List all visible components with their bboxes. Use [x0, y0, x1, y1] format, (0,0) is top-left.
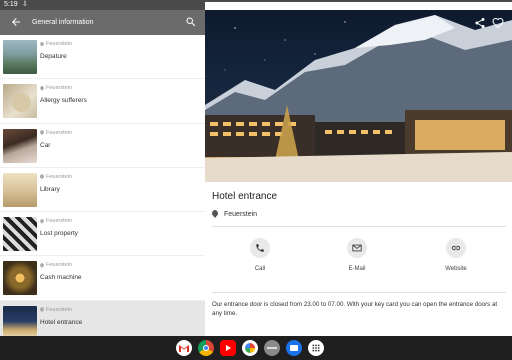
battery-icon	[214, 2, 218, 8]
location-pin-icon	[40, 130, 44, 136]
item-location: Feuerstein	[46, 173, 72, 180]
link-icon	[451, 245, 461, 251]
item-location: Feuerstein	[46, 129, 72, 136]
list-item-cash-machine[interactable]: Feuerstein Cash machine	[0, 256, 205, 301]
page-title: General information	[32, 19, 94, 26]
location-pin-icon	[40, 41, 44, 47]
wifi-icon	[205, 2, 211, 8]
files-icon[interactable]	[286, 340, 302, 356]
item-label: Library	[40, 185, 60, 193]
location-pin-icon	[40, 85, 44, 91]
download-icon: ⇩	[22, 1, 28, 8]
phone-icon	[256, 244, 264, 252]
item-thumbnail	[3, 128, 37, 163]
email-button[interactable]: E-Mail	[327, 238, 387, 272]
gmail-icon[interactable]	[176, 340, 192, 356]
website-label: Website	[445, 266, 467, 272]
photos-icon[interactable]	[242, 340, 258, 356]
youtube-icon[interactable]	[220, 340, 236, 356]
detail-location-row: Feuerstein	[212, 210, 257, 218]
item-thumbnail	[3, 40, 37, 74]
item-location: Feuerstein	[46, 41, 72, 47]
apps-grid-icon[interactable]	[308, 340, 324, 356]
status-bar: 5:19 ⇩	[0, 0, 512, 328]
website-button[interactable]: Website	[426, 238, 486, 272]
info-list: Feuerstein Depature Feuerstein Allergy s…	[0, 35, 205, 336]
item-location: Feuerstein	[46, 262, 72, 269]
item-thumbnail	[3, 305, 37, 336]
item-location: Feuerstein	[46, 306, 72, 313]
item-location: Feuerstein	[46, 85, 72, 92]
item-label: Hotel entrance	[40, 318, 83, 326]
hotel-photo	[205, 10, 512, 182]
detail-title: Hotel entrance	[212, 191, 278, 202]
item-label: Lost property	[40, 230, 78, 238]
chrome-icon[interactable]	[198, 340, 214, 356]
item-label: Car	[40, 141, 51, 149]
location-pin-icon	[40, 218, 44, 224]
back-arrow-icon[interactable]	[10, 16, 22, 28]
detail-pane: Hotel entrance Feuerstein Call E-Mail We…	[205, 10, 512, 336]
location-pin-icon	[40, 174, 44, 180]
item-thumbnail	[3, 172, 37, 207]
app-dock	[176, 340, 324, 356]
list-item-library[interactable]: Feuerstein Library	[0, 168, 205, 213]
location-pin-icon	[40, 307, 44, 313]
app-icon[interactable]	[264, 340, 280, 356]
item-label: Allergy sufferers	[40, 97, 87, 105]
list-item-depature[interactable]: Feuerstein Depature	[0, 35, 205, 80]
list-item-car[interactable]: Feuerstein Car	[0, 124, 205, 168]
list-item-lost-property[interactable]: Feuerstein Lost property	[0, 212, 205, 257]
item-thumbnail	[3, 217, 37, 252]
call-label: Call	[254, 266, 266, 272]
list-pane: General information Feuerstein Depature …	[0, 10, 205, 336]
list-item-hotel-entrance[interactable]: Feuerstein Hotel entrance	[0, 300, 205, 336]
mail-icon	[352, 244, 362, 252]
share-icon[interactable]	[474, 17, 486, 29]
detail-location: Feuerstein	[224, 210, 258, 218]
status-time: 5:19	[4, 1, 18, 8]
divider	[212, 226, 506, 227]
detail-description: Our entrance door is closed from 23.00 t…	[212, 301, 498, 317]
list-item-allergy-sufferers[interactable]: Feuerstein Allergy sufferers	[0, 79, 205, 124]
search-icon[interactable]	[185, 16, 197, 28]
location-pin-icon	[212, 210, 218, 218]
item-thumbnail	[3, 261, 37, 296]
item-thumbnail	[3, 84, 37, 119]
divider	[212, 292, 506, 293]
email-label: E-Mail	[348, 266, 366, 272]
mountain-illustration	[205, 15, 512, 182]
item-location: Feuerstein	[46, 218, 72, 225]
call-button[interactable]: Call	[230, 238, 290, 272]
item-label: Cash machine	[40, 274, 82, 282]
app-bar: General information	[0, 10, 205, 35]
taskbar	[0, 336, 512, 360]
favorite-heart-icon[interactable]	[492, 17, 504, 29]
location-pin-icon	[40, 262, 44, 268]
item-label: Depature	[40, 53, 67, 60]
